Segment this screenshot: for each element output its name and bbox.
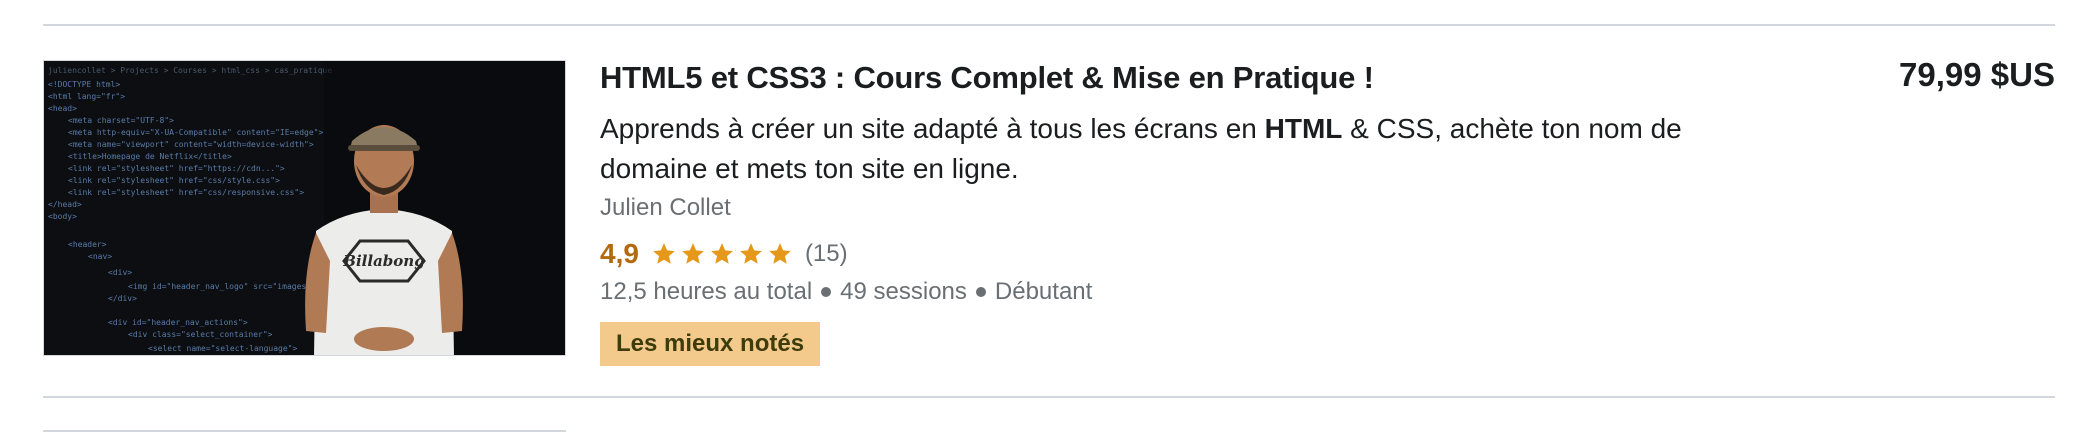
course-description: Apprends à créer un site adapté à tous l… [600, 109, 1780, 189]
star-icon [711, 243, 733, 264]
svg-text:<meta charset="UTF-8">: <meta charset="UTF-8"> [68, 116, 174, 125]
course-lectures: 49 sessions [840, 278, 967, 305]
star-icon [653, 243, 675, 264]
svg-text:<header>: <header> [68, 240, 107, 249]
svg-text:<nav>: <nav> [88, 252, 112, 261]
top-divider [43, 24, 2055, 26]
course-price: 79,99 $US [1899, 56, 2055, 93]
svg-text:<!DOCTYPE html>: <!DOCTYPE html> [48, 80, 120, 89]
svg-text:<html lang="fr">: <html lang="fr"> [48, 92, 125, 101]
separator-dot [821, 287, 832, 297]
course-meta: 12,5 heures au total 49 sessions Débutan… [600, 278, 1092, 306]
course-thumbnail[interactable]: juliencollet > Projects > Courses > html… [43, 60, 566, 356]
svg-text:<head>: <head> [48, 104, 77, 113]
separator-dot [975, 287, 986, 297]
rating-value: 4,9 [600, 238, 639, 269]
svg-text:<body>: <body> [48, 212, 77, 221]
svg-text:<link rel="stylesheet" href="c: <link rel="stylesheet" href="css/respons… [68, 188, 304, 197]
instructor-name: Julien Collet [600, 194, 731, 221]
svg-text:</head>: </head> [48, 200, 82, 209]
description-text-start: Apprends à créer un site adapté à tous l… [600, 113, 1265, 144]
svg-text:<div id="header_nav_actions">: <div id="header_nav_actions"> [108, 318, 248, 327]
svg-text:</div>: </div> [108, 294, 137, 303]
svg-text:<select name="select-language": <select name="select-language"> [148, 344, 297, 353]
review-count: (15) [804, 240, 848, 267]
rating-stars [651, 241, 793, 267]
svg-text:<title>Homepage de Netflix</ti: <title>Homepage de Netflix</title> [68, 152, 232, 161]
rating-row: 4,9 (15) [600, 234, 848, 274]
svg-text:<link rel="stylesheet" href="h: <link rel="stylesheet" href="https://cdn… [68, 164, 285, 173]
course-title[interactable]: HTML5 et CSS3 : Cours Complet & Mise en … [600, 60, 1374, 96]
bottom-divider [43, 396, 2055, 398]
course-hours: 12,5 heures au total [600, 278, 813, 305]
svg-text:juliencollet > Projects > Cour: juliencollet > Projects > Courses > html… [48, 66, 332, 75]
description-text-bold: HTML [1264, 113, 1343, 144]
svg-text:<div class="select_container">: <div class="select_container"> [128, 330, 273, 339]
star-icon [740, 243, 762, 264]
svg-text:<link rel="stylesheet" href="c: <link rel="stylesheet" href="css/style.c… [68, 176, 280, 185]
svg-text:Billabong: Billabong [342, 252, 424, 270]
svg-text:<div>: <div> [108, 268, 132, 277]
svg-text:<meta http-equiv="X-UA-Compati: <meta http-equiv="X-UA-Compatible" conte… [68, 128, 323, 137]
course-level: Débutant [994, 278, 1093, 305]
bestseller-badge: Les mieux notés [600, 322, 821, 366]
svg-text:<img id="header_nav_logo" src=: <img id="header_nav_logo" src="images/..… [128, 282, 335, 291]
svg-text:<meta name="viewport" content=: <meta name="viewport" content="width=dev… [68, 140, 314, 149]
star-icon [682, 243, 704, 264]
course-card[interactable]: juliencollet > Projects > Courses > html… [43, 56, 2055, 366]
star-icon [769, 243, 791, 264]
